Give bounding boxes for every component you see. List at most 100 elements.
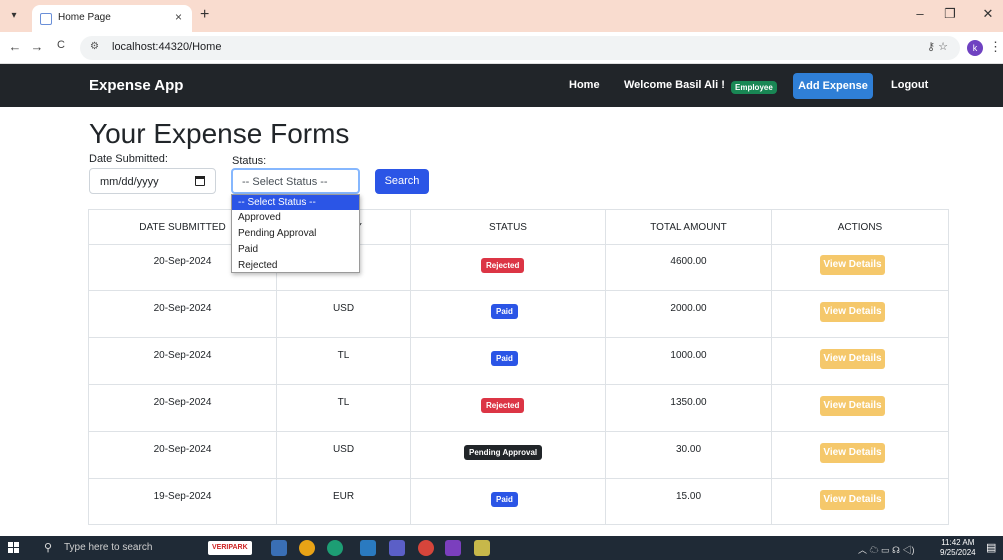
- date-submitted-input[interactable]: mm/dd/yyyy: [89, 168, 216, 194]
- calendar-icon[interactable]: [195, 176, 205, 186]
- row-5-date: 20-Sep-2024: [153, 444, 212, 455]
- date-value: mm/dd/yyyy: [100, 176, 159, 188]
- page-title: Your Expense Forms: [89, 118, 350, 149]
- address-bar[interactable]: ⚙ localhost:44320/Home ⚷ ☆: [80, 36, 960, 60]
- status-option-approved[interactable]: Approved: [232, 210, 359, 225]
- app-navbar: Expense App Home Welcome Basil Ali ! Emp…: [0, 64, 1003, 107]
- status-option-pending-approval[interactable]: Pending Approval: [232, 226, 359, 241]
- row-1-view-details-button[interactable]: View Details: [820, 255, 885, 275]
- row-2-status-badge: Paid: [491, 304, 518, 319]
- header-total-amount[interactable]: TOTAL AMOUNT: [606, 222, 771, 233]
- notification-icon[interactable]: ▤: [986, 541, 996, 554]
- row-divider: [89, 244, 948, 245]
- row-5-view-details-button[interactable]: View Details: [820, 443, 885, 463]
- status-option-rejected[interactable]: Rejected: [232, 258, 359, 273]
- row-5-amount: 30.00: [675, 444, 702, 455]
- row-6-date: 19-Sep-2024: [153, 491, 212, 502]
- row-divider: [89, 337, 948, 338]
- search-button[interactable]: Search: [375, 169, 429, 194]
- column-divider: [410, 210, 411, 524]
- row-3-view-details-button[interactable]: View Details: [820, 349, 885, 369]
- row-4-date: 20-Sep-2024: [153, 397, 212, 408]
- browser-toolbar: ← → C ⚙ localhost:44320/Home ⚷ ☆: [0, 32, 1003, 64]
- site-info-icon[interactable]: ⚙: [90, 41, 99, 52]
- status-label: Status:: [232, 155, 267, 167]
- teams-icon[interactable]: [389, 540, 405, 556]
- status-select[interactable]: -- Select Status --: [231, 168, 360, 194]
- row-6-amount: 15.00: [675, 491, 702, 502]
- row-4-status-badge: Rejected: [481, 398, 525, 413]
- status-option-paid[interactable]: Paid: [232, 242, 359, 257]
- browser-tabstrip: ▾ Home Page × + – ❐ ✕: [0, 0, 1003, 32]
- url-text[interactable]: localhost:44320/Home: [112, 41, 221, 53]
- taskbar-search-box[interactable]: ⚲ Type here to search: [44, 539, 199, 557]
- page-favicon-icon: [40, 13, 52, 25]
- row-4-currency: TL: [337, 397, 350, 408]
- browser-menu-icon[interactable]: ⋮: [989, 39, 1002, 55]
- add-expense-button[interactable]: Add Expense: [793, 73, 873, 99]
- header-status[interactable]: STATUS: [411, 222, 605, 233]
- row-6-status-badge: Paid: [491, 492, 518, 507]
- new-tab-button[interactable]: +: [200, 6, 209, 24]
- bookmark-star-icon[interactable]: ⚷ ☆: [927, 40, 948, 53]
- tab-search-chevron-icon[interactable]: ▾: [6, 8, 22, 24]
- taskbar-search-placeholder: Type here to search: [64, 542, 153, 553]
- logout-link[interactable]: Logout: [891, 79, 928, 91]
- row-divider: [89, 384, 948, 385]
- status-select-value: -- Select Status --: [242, 176, 328, 188]
- row-divider: [89, 431, 948, 432]
- date-submitted-label: Date Submitted:: [89, 153, 168, 165]
- edge-icon[interactable]: [327, 540, 343, 556]
- restore-button[interactable]: ❐: [940, 6, 960, 22]
- visual-studio-icon[interactable]: [445, 540, 461, 556]
- row-3-date: 20-Sep-2024: [153, 350, 212, 361]
- chrome-dev-icon[interactable]: [418, 540, 434, 556]
- browser-tab-home[interactable]: Home Page ×: [32, 5, 192, 32]
- status-dropdown-list: -- Select Status -- Approved Pending App…: [231, 194, 360, 273]
- status-option-placeholder[interactable]: -- Select Status --: [232, 195, 359, 210]
- row-5-status-badge: Pending Approval: [464, 445, 543, 460]
- paint-icon[interactable]: [474, 540, 490, 556]
- row-3-currency: TL: [337, 350, 350, 361]
- search-icon: ⚲: [44, 542, 53, 554]
- welcome-text: Welcome Basil Ali !: [624, 79, 725, 91]
- forward-button[interactable]: →: [28, 39, 46, 54]
- row-2-view-details-button[interactable]: View Details: [820, 302, 885, 322]
- outlook-icon[interactable]: [360, 540, 376, 556]
- row-2-currency: USD: [332, 303, 355, 314]
- tab-close-icon[interactable]: ×: [175, 10, 182, 24]
- row-1-amount: 4600.00: [670, 256, 707, 267]
- nav-home-link[interactable]: Home: [569, 79, 600, 91]
- clock-time: 11:42 AM: [941, 538, 975, 547]
- brand-logo[interactable]: Expense App: [89, 77, 183, 94]
- row-divider: [89, 290, 948, 291]
- row-4-view-details-button[interactable]: View Details: [820, 396, 885, 416]
- windows-start-icon[interactable]: [8, 542, 20, 554]
- column-divider: [771, 210, 772, 524]
- reload-button[interactable]: C: [52, 39, 70, 51]
- row-4-amount: 1350.00: [670, 397, 707, 408]
- row-2-date: 20-Sep-2024: [153, 303, 212, 314]
- close-window-button[interactable]: ✕: [978, 6, 998, 22]
- minimize-button[interactable]: –: [910, 6, 930, 21]
- row-1-status-badge: Rejected: [481, 258, 525, 273]
- row-5-currency: USD: [332, 444, 355, 455]
- role-badge: Employee: [731, 81, 777, 94]
- tab-title: Home Page: [58, 12, 111, 23]
- windows-taskbar: ⚲ Type here to search VERIPARK ︿ ☁ ▭ ☊ ◁…: [0, 536, 1003, 560]
- header-actions: ACTIONS: [837, 222, 883, 233]
- file-explorer-icon[interactable]: [271, 540, 287, 556]
- row-3-status-badge: Paid: [491, 351, 518, 366]
- system-tray-icons[interactable]: ︿ ☁ ▭ ☊ ◁): [858, 543, 915, 556]
- profile-avatar[interactable]: k: [967, 40, 983, 56]
- clock-date: 9/25/2024: [940, 548, 976, 557]
- system-clock[interactable]: 11:42 AM 9/25/2024: [940, 538, 976, 558]
- chrome-icon[interactable]: [299, 540, 315, 556]
- expense-table: DATE SUBMITTED CY STATUS TOTAL AMOUNT AC…: [88, 209, 949, 525]
- row-6-view-details-button[interactable]: View Details: [820, 490, 885, 510]
- row-3-amount: 1000.00: [670, 350, 707, 361]
- back-button[interactable]: ←: [6, 39, 24, 54]
- row-6-currency: EUR: [332, 491, 355, 502]
- row-2-amount: 2000.00: [670, 303, 707, 314]
- veripark-app-icon[interactable]: VERIPARK: [208, 541, 252, 555]
